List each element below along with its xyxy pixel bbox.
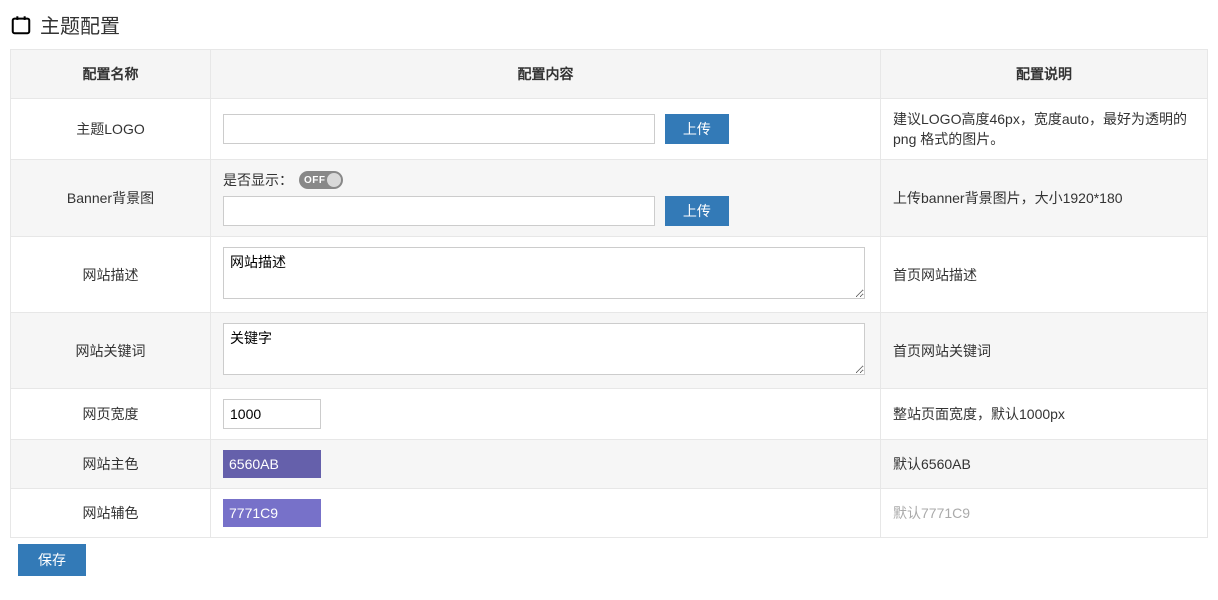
row-banner: Banner背景图 是否显示： OFF 上传 上传banner背景图片，大小19… (11, 160, 1208, 237)
row-desc: 默认6560AB (881, 440, 1208, 489)
upload-button[interactable]: 上传 (665, 196, 729, 226)
site-desc-textarea[interactable] (223, 247, 865, 299)
calendar-icon (10, 14, 32, 36)
toggle-knob (327, 173, 341, 187)
toggle-text: OFF (299, 175, 326, 186)
row-aux-color: 网站辅色 默认7771C9 (11, 489, 1208, 538)
page-width-input[interactable] (223, 399, 321, 429)
th-content: 配置内容 (211, 50, 881, 99)
row-desc: 首页网站关键词 (881, 313, 1208, 389)
th-desc: 配置说明 (881, 50, 1208, 99)
row-desc: 建议LOGO高度46px，宽度auto，最好为透明的 png 格式的图片。 (881, 99, 1208, 160)
row-site-desc: 网站描述 首页网站描述 (11, 237, 1208, 313)
logo-input[interactable] (223, 114, 655, 144)
toggle-label: 是否显示： (223, 170, 293, 190)
banner-input[interactable] (223, 196, 655, 226)
row-desc: 首页网站描述 (881, 237, 1208, 313)
row-main-color: 网站主色 默认6560AB (11, 440, 1208, 489)
th-name: 配置名称 (11, 50, 211, 99)
row-label: 网站辅色 (11, 489, 211, 538)
row-label: 网站主色 (11, 440, 211, 489)
row-label: Banner背景图 (11, 160, 211, 237)
row-site-keywords: 网站关键词 首页网站关键词 (11, 313, 1208, 389)
row-page-width: 网页宽度 整站页面宽度，默认1000px (11, 389, 1208, 440)
row-label: 主题LOGO (11, 99, 211, 160)
save-button[interactable]: 保存 (18, 544, 86, 576)
page-title: 主题配置 (40, 10, 120, 39)
row-desc: 上传banner背景图片，大小1920*180 (881, 160, 1208, 237)
row-label: 网站关键词 (11, 313, 211, 389)
row-logo: 主题LOGO 上传 建议LOGO高度46px，宽度auto，最好为透明的 png… (11, 99, 1208, 160)
row-desc: 默认7771C9 (881, 489, 1208, 538)
banner-toggle[interactable]: OFF (299, 171, 343, 189)
row-label: 网页宽度 (11, 389, 211, 440)
row-desc: 整站页面宽度，默认1000px (881, 389, 1208, 440)
row-label: 网站描述 (11, 237, 211, 313)
config-table: 配置名称 配置内容 配置说明 主题LOGO 上传 建议LOGO高度46px，宽度… (10, 49, 1208, 538)
aux-color-input[interactable] (223, 499, 321, 527)
site-keywords-textarea[interactable] (223, 323, 865, 375)
upload-button[interactable]: 上传 (665, 114, 729, 144)
main-color-input[interactable] (223, 450, 321, 478)
page-header: 主题配置 (10, 10, 1208, 39)
